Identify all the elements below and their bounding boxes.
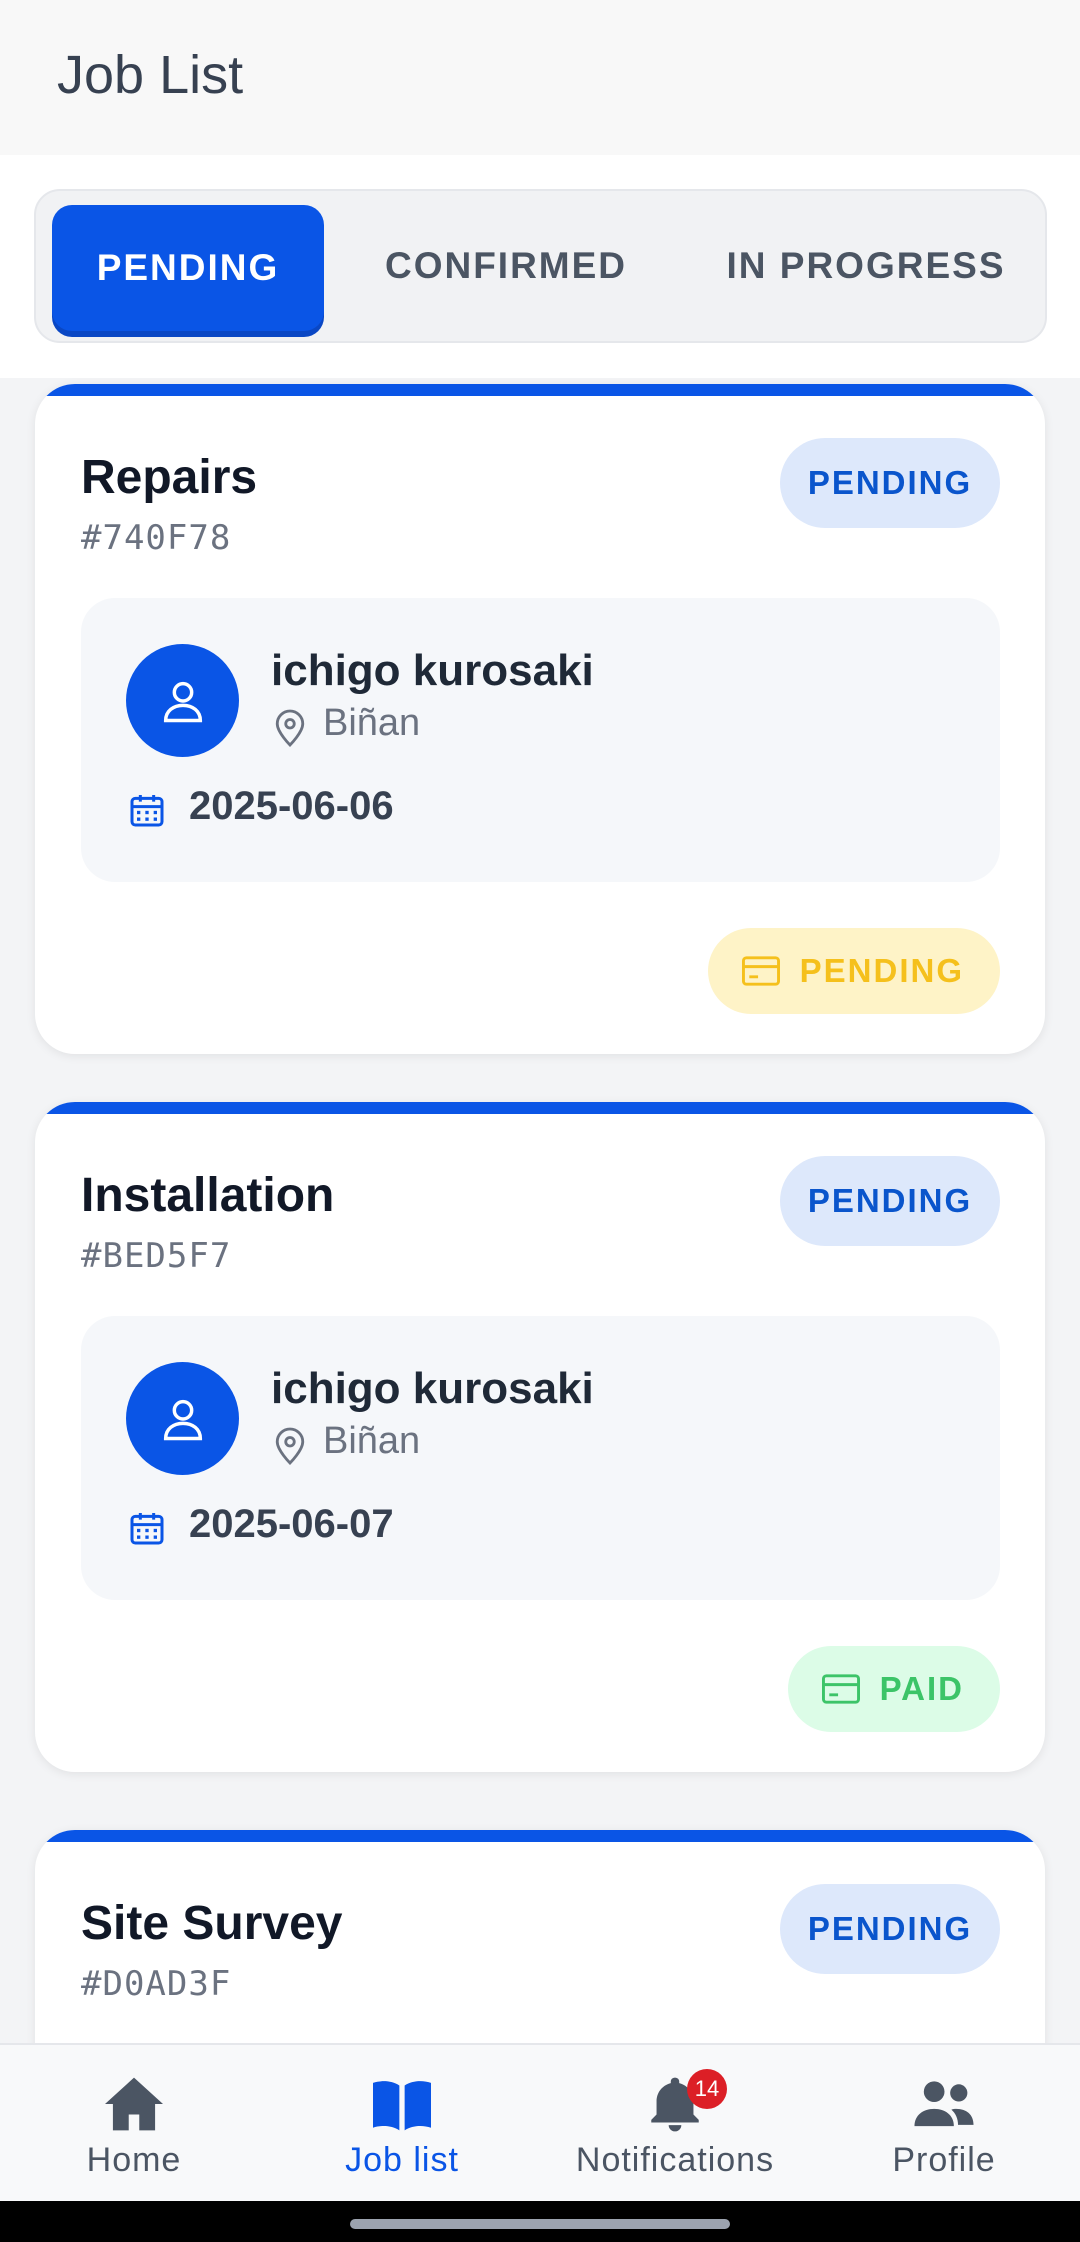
page-title: Job List bbox=[57, 45, 244, 105]
client-name: ichigo kurosaki bbox=[271, 646, 594, 695]
nav-notifications[interactable]: 14 Notifications bbox=[560, 2045, 790, 2203]
book-icon bbox=[373, 2081, 431, 2131]
bottom-navigation: Home Job list 14 Notifications Profile bbox=[0, 2043, 1080, 2201]
nav-label: Profile bbox=[892, 2141, 996, 2179]
client-info-box: ichigo kurosaki Biñan 2025-06-06 bbox=[81, 598, 1000, 882]
nav-profile[interactable]: Profile bbox=[872, 2045, 1016, 2203]
status-badge: PENDING bbox=[780, 438, 1000, 528]
people-icon bbox=[914, 2081, 974, 2127]
job-list[interactable]: Repairs #740F78 PENDING ichigo kurosaki … bbox=[0, 378, 1080, 2043]
card-accent-bar bbox=[35, 384, 1045, 396]
tab-in-progress[interactable]: IN PROGRESS bbox=[696, 191, 1036, 341]
client-name: ichigo kurosaki bbox=[271, 1364, 594, 1413]
payment-status-label: PAID bbox=[879, 1670, 964, 1707]
job-card[interactable]: Installation #BED5F7 PENDING ichigo kuro… bbox=[35, 1102, 1045, 1772]
job-id: #D0AD3F bbox=[81, 1964, 232, 2004]
card-accent-bar bbox=[35, 1102, 1045, 1114]
notification-count-badge: 14 bbox=[687, 2069, 727, 2109]
nav-label: Notifications bbox=[575, 2141, 775, 2179]
job-date: 2025-06-07 bbox=[189, 1502, 394, 1546]
job-card[interactable]: Site Survey #D0AD3F PENDING bbox=[35, 1830, 1045, 2043]
payment-status-label: PENDING bbox=[799, 952, 964, 989]
job-id: #740F78 bbox=[81, 518, 232, 558]
notifications-icon-wrap: 14 bbox=[643, 2069, 727, 2133]
calendar-icon bbox=[130, 795, 164, 827]
avatar bbox=[126, 644, 239, 757]
client-location: Biñan bbox=[323, 702, 421, 744]
nav-label: Home bbox=[86, 2141, 182, 2179]
status-badge: PENDING bbox=[780, 1884, 1000, 1974]
user-icon bbox=[163, 1399, 202, 1440]
job-date: 2025-06-06 bbox=[189, 784, 394, 828]
client-info-box: ichigo kurosaki Biñan 2025-06-07 bbox=[81, 1316, 1000, 1600]
job-id: #BED5F7 bbox=[81, 1236, 232, 1276]
job-title: Site Survey bbox=[81, 1897, 343, 1950]
credit-card-icon bbox=[741, 956, 780, 986]
nav-job-list[interactable]: Job list bbox=[322, 2045, 482, 2203]
location-pin-icon bbox=[275, 709, 305, 748]
calendar-icon bbox=[130, 1513, 164, 1545]
avatar bbox=[126, 1362, 239, 1475]
nav-label: Job list bbox=[345, 2141, 459, 2179]
user-icon bbox=[163, 681, 202, 722]
home-indicator[interactable] bbox=[350, 2219, 730, 2229]
card-accent-bar bbox=[35, 1830, 1045, 1842]
job-card[interactable]: Repairs #740F78 PENDING ichigo kurosaki … bbox=[35, 384, 1045, 1054]
tab-bar-container: PENDING CONFIRMED IN PROGRESS bbox=[0, 155, 1080, 378]
payment-status-badge: PENDING bbox=[707, 928, 1000, 1014]
status-tabs: PENDING CONFIRMED IN PROGRESS bbox=[34, 189, 1047, 343]
system-navigation-bar bbox=[0, 2201, 1080, 2242]
nav-home[interactable]: Home bbox=[54, 2045, 214, 2203]
payment-status-badge: PAID bbox=[787, 1646, 1000, 1732]
credit-card-icon bbox=[821, 1674, 860, 1704]
tab-pending[interactable]: PENDING bbox=[52, 205, 324, 331]
client-location: Biñan bbox=[323, 1420, 421, 1462]
tab-confirmed[interactable]: CONFIRMED bbox=[356, 191, 656, 341]
job-title: Repairs bbox=[81, 451, 258, 504]
home-icon bbox=[105, 2077, 163, 2131]
location-pin-icon bbox=[275, 1427, 305, 1466]
app-bar: Job List bbox=[0, 0, 1080, 155]
status-badge: PENDING bbox=[780, 1156, 1000, 1246]
job-title: Installation bbox=[81, 1169, 335, 1222]
